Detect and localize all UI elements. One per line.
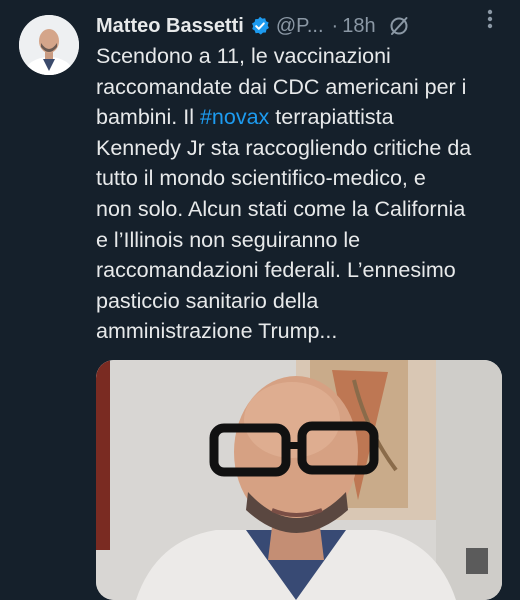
grok-icon[interactable]: [388, 15, 410, 37]
tweet-line: amministrazione Trump...: [96, 319, 338, 344]
more-options-icon[interactable]: [480, 6, 500, 30]
tweet-text: Scendono a 11, le vaccinazioni raccomand…: [96, 41, 508, 347]
hashtag-link[interactable]: #novax: [200, 105, 269, 129]
author-avatar[interactable]: [19, 15, 79, 75]
tweet-timestamp[interactable]: 18h: [342, 15, 375, 38]
tweet-header: Matteo Bassetti @P... · 18h: [96, 10, 512, 42]
tweet-line: pasticcio sanitario della: [96, 288, 319, 313]
tweet-line: non solo. Alcun stati come la California: [96, 196, 466, 221]
tweet-line-text: bambini. Il: [96, 105, 200, 130]
verified-badge-icon: [250, 16, 270, 36]
tweet-line: raccomandate dai CDC americani per i: [96, 74, 467, 99]
tweet-line: raccomandazioni federali. L’ennesimo: [96, 258, 456, 283]
tweet-media-video[interactable]: [96, 360, 502, 600]
author-handle[interactable]: @P...: [276, 15, 324, 38]
avatar-image: [19, 15, 79, 75]
separator-dot: ·: [331, 14, 339, 37]
tweet-line: Scendono a 11, le vaccinazioni: [96, 44, 391, 68]
tweet-line-text: terrapiattista: [269, 105, 394, 130]
video-thumbnail: [96, 360, 502, 600]
tweet-line: bambini. Il #novax terrapiattista: [96, 102, 508, 133]
tweet-line: e l’Illinois non seguiranno le: [96, 227, 361, 252]
author-name[interactable]: Matteo Bassetti: [96, 15, 244, 38]
tweet-line: tutto il mondo scientifico-medico, e: [96, 166, 426, 191]
tweet-line: Kennedy Jr sta raccogliendo critiche da: [96, 135, 472, 160]
